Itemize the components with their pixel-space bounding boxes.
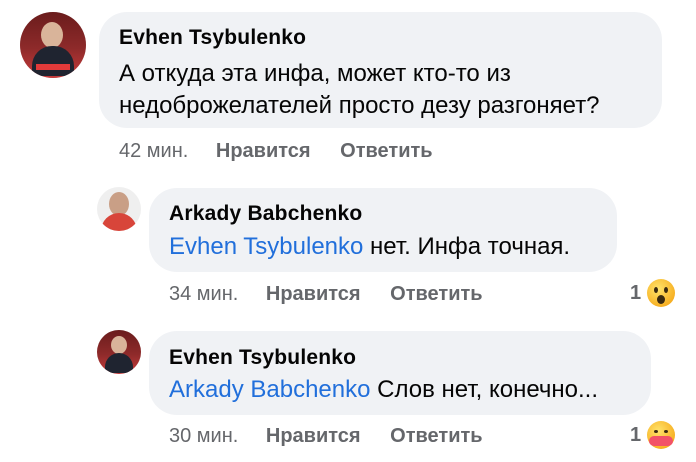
comment-text: Evhen Tsybulenko нет. Инфа точная. [169, 230, 570, 264]
comment-text: А откуда эта инфа, может кто-то из [119, 60, 511, 87]
like-button[interactable]: Нравится [266, 425, 361, 447]
reply-button[interactable]: Ответить [390, 425, 482, 447]
avatar[interactable] [97, 187, 141, 231]
comment-text: недоброжелателей просто дезу разгоняет? [119, 92, 600, 119]
reaction-count: 1 [630, 423, 642, 446]
comment-author[interactable]: Arkady Babchenko [169, 202, 362, 226]
comment-meta: 30 мин. Нравится Ответить [169, 425, 483, 448]
comment-text-body: Слов нет, конечно... [377, 376, 599, 403]
reaction-summary[interactable]: 1 [630, 421, 676, 449]
care-emoji-icon [647, 421, 676, 449]
comment-meta: 42 мин. Нравится Ответить [119, 140, 433, 163]
comment-meta: 34 мин. Нравится Ответить [169, 283, 483, 306]
avatar[interactable] [97, 330, 141, 374]
mention-link[interactable]: Evhen Tsybulenko [169, 233, 363, 260]
comment-time[interactable]: 30 мин. [169, 425, 238, 447]
mention-link[interactable]: Arkady Babchenko [169, 376, 370, 403]
like-button[interactable]: Нравится [216, 140, 311, 162]
comment-text: Arkady Babchenko Слов нет, конечно... [169, 373, 598, 407]
reply-button[interactable]: Ответить [390, 283, 482, 305]
comment-time[interactable]: 42 мин. [119, 140, 188, 162]
wow-emoji-icon [647, 279, 676, 307]
comment-text-body: нет. Инфа точная. [370, 233, 571, 260]
reply-button[interactable]: Ответить [340, 140, 432, 162]
reaction-count: 1 [630, 281, 642, 304]
comment-time[interactable]: 34 мин. [169, 283, 238, 305]
reaction-summary[interactable]: 1 [630, 279, 676, 307]
avatar[interactable] [20, 12, 86, 78]
comment-author[interactable]: Evhen Tsybulenko [169, 346, 356, 370]
like-button[interactable]: Нравится [266, 283, 361, 305]
comment-author[interactable]: Evhen Tsybulenko [119, 26, 306, 50]
